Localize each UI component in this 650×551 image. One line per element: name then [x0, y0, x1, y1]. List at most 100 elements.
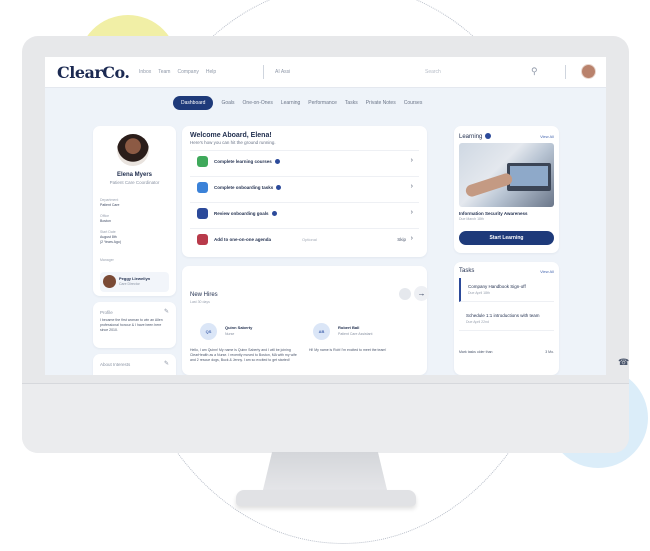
profile-card: Elena Myers Patient Care Coordinator Dep… — [93, 126, 176, 296]
manager-label: Manager — [100, 258, 114, 262]
tab-private-notes[interactable]: Private Notes — [366, 97, 396, 109]
welcome-title: Welcome Aboard, Elena! — [190, 132, 272, 139]
goals-icon — [197, 208, 208, 219]
profile-field: Start Date August 8th (2 Years Ago) — [100, 230, 121, 245]
task-due: Due April 22nd — [466, 320, 489, 324]
task-item[interactable]: Company Handbook Sign-off Due April 18th — [459, 278, 554, 302]
screen: ClearCo. Inbox Team Company Help AI Assi… — [45, 57, 606, 375]
welcome-card: Welcome Aboard, Elena! Here's how you ca… — [182, 126, 427, 257]
tab-one-on-ones[interactable]: One-on-Ones — [243, 97, 273, 109]
task-label-text: Review onboarding goals — [214, 211, 269, 216]
new-hires-subtitle: Last 30 days — [190, 300, 210, 304]
interests-card: About Interests ✎ — [93, 354, 176, 375]
course-thumbnail[interactable] — [459, 143, 554, 207]
divider — [565, 65, 566, 79]
tab-dashboard[interactable]: Dashboard — [173, 96, 214, 110]
manager-name: Peggy Llewellyn — [119, 276, 151, 281]
age-select[interactable]: 3 Mo. — [545, 350, 554, 354]
top-link[interactable]: Inbox — [139, 69, 151, 75]
field-value: (2 Years Ago) — [100, 240, 122, 244]
help-icon[interactable]: ☎ — [618, 357, 629, 368]
manager-chip[interactable]: Peggy Llewellyn Care Director — [100, 272, 169, 292]
task-label-text: Complete learning courses — [214, 159, 272, 164]
start-learning-button[interactable]: Start Learning — [459, 231, 554, 245]
info-icon[interactable] — [276, 185, 282, 190]
divider — [263, 65, 264, 79]
profile-role: Patient Care Coordinator — [109, 180, 160, 185]
edit-icon[interactable]: ✎ — [164, 360, 169, 367]
info-icon[interactable] — [274, 159, 280, 164]
hire-avatar[interactable]: AB — [313, 323, 330, 340]
task-due: Due April 18th — [468, 291, 490, 295]
previous-button[interactable] — [399, 288, 411, 300]
hire-bio: Hi! My name is Rob! I'm excited to meet … — [309, 348, 387, 352]
next-arrow-icon[interactable]: → — [414, 286, 429, 301]
monitor-stand — [262, 452, 388, 494]
tasks-card: Tasks View All Company Handbook Sign-off… — [454, 262, 559, 375]
task-label: Complete learning courses — [214, 159, 280, 164]
optional-tag: Optional — [302, 237, 317, 242]
onboarding-task-row[interactable]: Review onboarding goals › — [190, 202, 419, 223]
logo-suffix: Co. — [102, 63, 130, 82]
course-due: Due March 18th — [459, 217, 484, 221]
skip-button[interactable]: Skip — [397, 237, 406, 242]
course-title: Information Security Awareness — [459, 211, 528, 216]
welcome-subtitle: Here's how you can hit the ground runnin… — [190, 140, 276, 145]
interests-title: About Interests — [100, 362, 131, 367]
about-card: Profile ✎ I became the first woman to wi… — [93, 302, 176, 348]
task-title: Schedule 1:1 introductions with team — [466, 313, 540, 318]
badge-icon — [485, 133, 492, 139]
monitor-chin — [22, 383, 629, 453]
learning-card: Learning View All Information Security A… — [454, 126, 559, 253]
chevron-right-icon[interactable]: › — [411, 209, 413, 216]
task-label-text: Complete onboarding tasks — [214, 185, 274, 190]
chevron-right-icon[interactable]: › — [411, 235, 413, 242]
about-text: I became the first woman to win an Allen… — [100, 318, 163, 332]
hire-avatar[interactable]: QS — [200, 323, 217, 340]
user-avatar[interactable] — [581, 64, 596, 79]
agenda-icon — [197, 234, 208, 245]
logo[interactable]: ClearCo. — [57, 63, 130, 82]
task-label: Complete onboarding tasks — [214, 185, 282, 190]
search-input[interactable]: Search — [425, 69, 441, 75]
top-link[interactable]: Team — [158, 69, 170, 75]
onboarding-task-row[interactable]: Complete learning courses › — [190, 150, 419, 171]
logo-main: Clear — [57, 63, 103, 82]
profile-field: Department Patient Care — [100, 198, 119, 208]
edit-icon[interactable]: ✎ — [164, 308, 169, 315]
task-label: Review onboarding goals — [214, 211, 277, 216]
top-link[interactable]: Company — [177, 69, 198, 75]
ai-assistant-input[interactable]: AI Assi — [275, 69, 290, 75]
onboarding-task-row[interactable]: Complete onboarding tasks › — [190, 176, 419, 197]
top-bar: ClearCo. Inbox Team Company Help AI Assi… — [45, 57, 606, 88]
monitor-foot — [236, 490, 416, 506]
tab-goals[interactable]: Goals — [221, 97, 234, 109]
top-link[interactable]: Help — [206, 69, 216, 75]
onboarding-task-row[interactable]: Add to one-on-one agenda Optional Skip › — [190, 228, 419, 249]
view-all-link[interactable]: View All — [540, 269, 554, 274]
task-label: Add to one-on-one agenda — [214, 237, 271, 242]
info-icon[interactable] — [271, 211, 277, 216]
search-icon[interactable]: ⚲ — [531, 66, 538, 77]
main-nav: Dashboard Goals One-on-Ones Learning Per… — [173, 96, 422, 110]
tab-performance[interactable]: Performance — [308, 97, 337, 109]
tab-courses[interactable]: Courses — [404, 97, 423, 109]
profile-avatar — [117, 134, 149, 166]
tasks-footer-label: Mark tasks older than — [459, 350, 493, 354]
laptop-screen — [510, 166, 548, 186]
chevron-right-icon[interactable]: › — [411, 157, 413, 164]
profile-name: Elena Myers — [116, 172, 153, 178]
tab-tasks[interactable]: Tasks — [345, 97, 358, 109]
learning-icon — [197, 156, 208, 167]
arm-illustration — [464, 171, 514, 199]
field-label: Start Date — [100, 230, 116, 234]
stage: ClearCo. Inbox Team Company Help AI Assi… — [0, 0, 650, 551]
tasks-footer: Mark tasks older than 3 Mo. — [459, 350, 554, 354]
hire-role: Patient Care Assistant — [338, 332, 373, 336]
task-item[interactable]: Schedule 1:1 introductions with team Due… — [459, 307, 554, 331]
view-all-link[interactable]: View All — [540, 134, 554, 139]
tasks-title: Tasks — [459, 268, 475, 274]
tab-learning[interactable]: Learning — [281, 97, 300, 109]
chevron-right-icon[interactable]: › — [411, 183, 413, 190]
hire-name: Quinn Saberty — [225, 325, 253, 330]
